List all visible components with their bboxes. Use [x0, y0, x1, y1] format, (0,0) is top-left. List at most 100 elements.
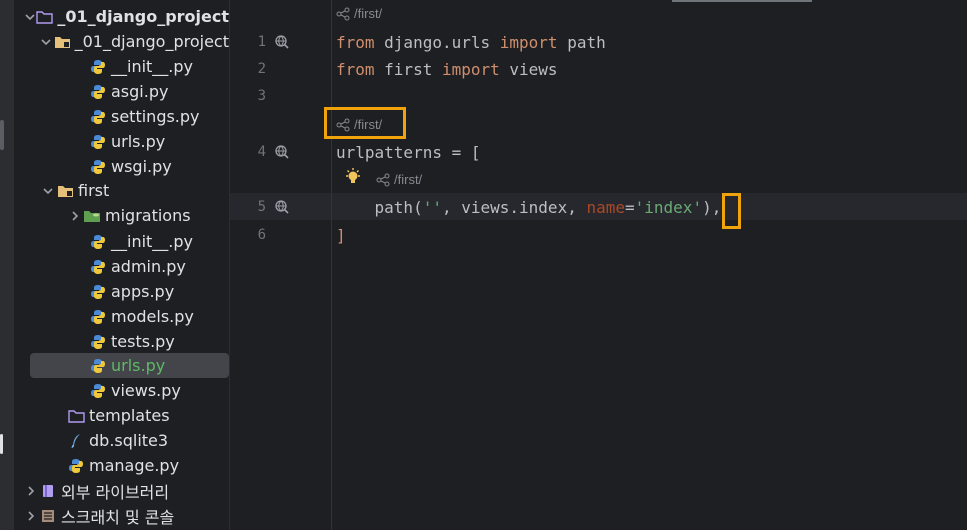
tree-item-file[interactable]: urls.py [15, 129, 229, 154]
database-folder-icon [83, 208, 101, 224]
code-token: from [336, 33, 375, 52]
code-line-6[interactable]: ] [336, 226, 346, 245]
code-token: views [499, 60, 558, 79]
python-file-icon [89, 284, 107, 300]
code-line-5[interactable]: path('', views.index, name='index'), [336, 198, 722, 217]
code-token: ] [336, 226, 346, 245]
chevron-right-icon[interactable] [23, 510, 39, 522]
tree-item-folder-templates[interactable]: templates [15, 403, 229, 428]
line-number: 1 [257, 34, 266, 50]
library-icon [39, 483, 57, 499]
chevron-down-icon[interactable] [40, 185, 56, 197]
folder-icon [56, 183, 74, 199]
tree-item-file[interactable]: tests.py [15, 329, 229, 354]
tree-item-label: _01_django_project [57, 7, 229, 26]
code-line-1[interactable]: from django.urls import path [336, 33, 606, 52]
code-token: path( [374, 198, 423, 217]
python-file-icon [89, 134, 107, 150]
code-token: urlpatterns = [ [336, 143, 481, 162]
endpoint-hint[interactable]: /first/ [376, 172, 422, 187]
code-line-2[interactable]: from first import views [336, 60, 558, 79]
strip-marker [0, 434, 3, 454]
editor-tab-scroll-indicator [672, 0, 812, 2]
tree-item-label: 외부 라이브러리 [61, 482, 170, 502]
python-file-icon [89, 259, 107, 275]
line-number: 4 [257, 144, 266, 160]
tree-item-file[interactable]: apps.py [15, 279, 229, 304]
code-line-4[interactable]: urlpatterns = [ [336, 143, 481, 162]
share-nodes-icon [376, 173, 390, 186]
python-file-icon [67, 458, 85, 474]
code-token: path [557, 33, 606, 52]
tool-window-strip [0, 0, 15, 530]
python-file-icon [89, 309, 107, 325]
globe-gutter-icon[interactable] [275, 200, 289, 214]
python-file-icon [89, 358, 107, 374]
tree-item-file[interactable]: settings.py [15, 104, 229, 129]
globe-gutter-icon[interactable] [275, 35, 289, 49]
folder-icon [54, 34, 71, 50]
tree-item-folder-migrations[interactable]: migrations [15, 203, 229, 228]
python-file-icon [89, 334, 107, 350]
tree-item-label: models.py [111, 307, 194, 326]
chevron-right-icon[interactable] [23, 485, 39, 497]
tree-item-label: __init__.py [111, 232, 194, 251]
chevron-down-icon[interactable] [39, 36, 54, 48]
tree-item-label: 스크래치 및 콘솔 [61, 507, 175, 527]
code-token: '' [422, 198, 442, 217]
tree-item-folder-first[interactable]: first [15, 178, 229, 203]
globe-gutter-icon[interactable] [275, 145, 289, 159]
tree-item-file[interactable]: __init__.py [15, 54, 229, 79]
folder-outline-icon [36, 9, 54, 25]
line-number: 6 [257, 227, 266, 243]
tree-item-file[interactable]: asgi.py [15, 79, 229, 104]
code-token: 'index' [634, 198, 703, 217]
code-token: = [625, 198, 635, 217]
feather-file-icon [67, 433, 85, 449]
tree-item-folder[interactable]: _01_django_project [15, 29, 229, 54]
chevron-right-icon[interactable] [67, 210, 83, 222]
tree-item-label: urls.py [111, 356, 166, 375]
share-nodes-icon [336, 7, 350, 20]
python-file-icon [89, 59, 107, 75]
tree-item-scratches[interactable]: 스크래치 및 콘솔 [15, 503, 229, 528]
code-token: import [441, 60, 500, 79]
tree-item-label: urls.py [111, 132, 166, 151]
code-token: from [336, 60, 375, 79]
folder-outline-icon [67, 408, 85, 424]
tree-item-file[interactable]: db.sqlite3 [15, 428, 229, 453]
tree-item-external-libraries[interactable]: 외부 라이브러리 [15, 478, 229, 503]
tree-item-file[interactable]: models.py [15, 304, 229, 329]
code-token: ) [702, 198, 712, 217]
tree-item-file-selected[interactable]: urls.py [30, 353, 229, 378]
tree-item-file[interactable]: admin.py [15, 254, 229, 279]
python-file-icon [89, 84, 107, 100]
code-token: first [374, 60, 442, 79]
tree-item-file[interactable]: __init__.py [15, 229, 229, 254]
chevron-down-icon[interactable] [23, 11, 36, 23]
tree-item-label: first [78, 181, 110, 200]
tree-item-file[interactable]: manage.py [15, 453, 229, 478]
tree-item-label: migrations [105, 206, 191, 225]
tree-item-label: settings.py [111, 107, 200, 126]
lightbulb-icon[interactable] [343, 167, 363, 187]
project-tree: _01_django_project _01_django_project __… [15, 0, 230, 530]
code-token: , [711, 198, 722, 217]
tree-item-label: tests.py [111, 332, 175, 351]
tree-item-root[interactable]: _01_django_project [15, 4, 229, 29]
tree-item-file[interactable]: wsgi.py [15, 154, 229, 179]
tree-item-label: admin.py [111, 257, 186, 276]
code-editor[interactable] [230, 0, 967, 530]
scratch-icon [39, 508, 57, 524]
endpoint-hint[interactable]: /first/ [336, 6, 382, 21]
tree-item-file[interactable]: views.py [15, 378, 229, 403]
python-file-icon [89, 234, 107, 250]
tree-item-label: db.sqlite3 [89, 431, 169, 450]
tree-item-label: apps.py [111, 282, 175, 301]
strip-active-marker [0, 120, 4, 150]
annotation-highlight-box [324, 107, 406, 139]
tree-item-label: views.py [111, 381, 181, 400]
tree-item-label: asgi.py [111, 82, 169, 101]
python-file-icon [89, 383, 107, 399]
